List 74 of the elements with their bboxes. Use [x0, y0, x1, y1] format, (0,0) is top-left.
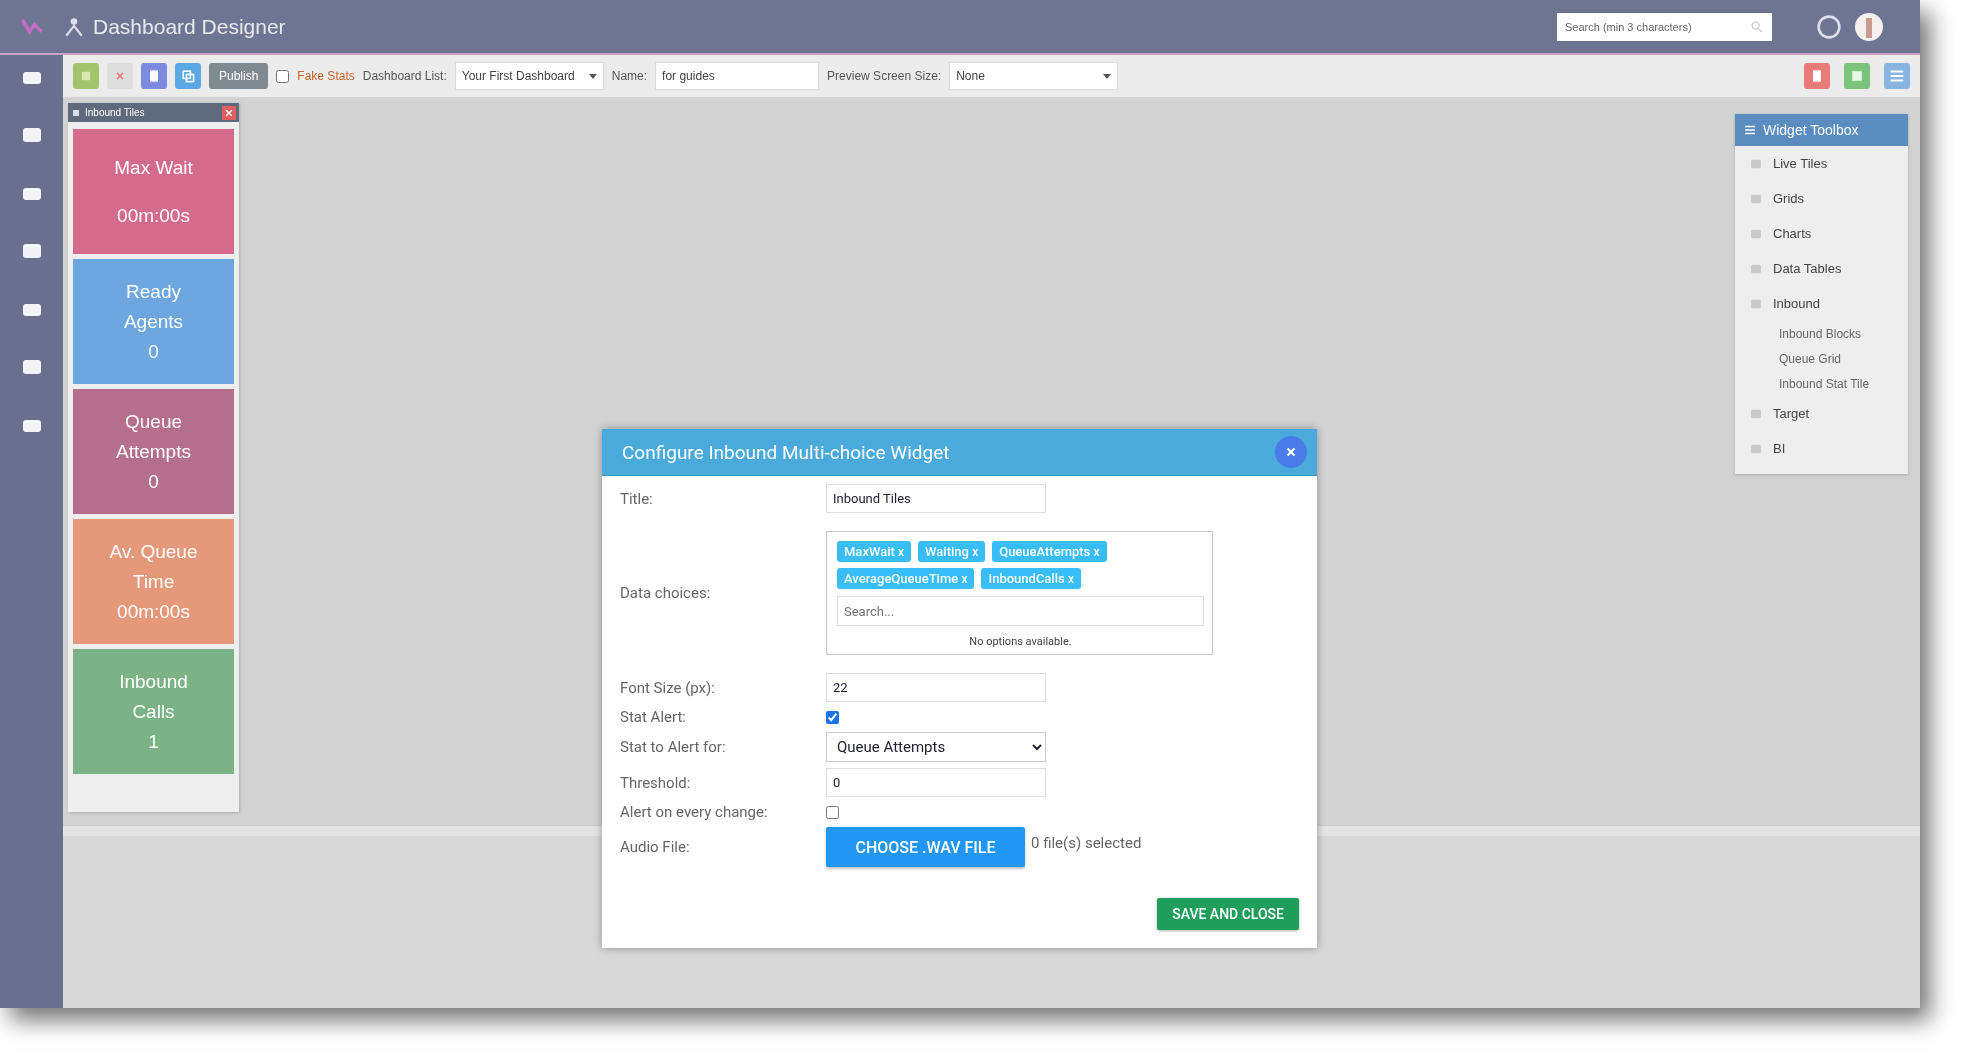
toolbox-item[interactable]: Data Tables — [1773, 261, 1842, 276]
search-icon — [1750, 19, 1764, 34]
nav-icon[interactable] — [20, 357, 43, 377]
toolbox-title: Widget Toolbox — [1763, 122, 1859, 138]
stat-dropdown[interactable]: Queue Attempts — [826, 732, 1046, 762]
close-icon — [222, 105, 236, 120]
pdf-button[interactable] — [1804, 63, 1830, 89]
field-label: Title: — [620, 489, 654, 508]
checkbox-label: Fake Stats — [297, 69, 355, 83]
toolbox-subitem[interactable]: Inbound Stat Tile — [1735, 371, 1908, 396]
close-icon — [114, 70, 126, 82]
field-label: Dashboard List: — [362, 69, 447, 83]
close-icon — [1286, 447, 1296, 457]
field-label: Alert on every change: — [620, 803, 769, 821]
tile-text: Attempts — [116, 439, 191, 464]
search-field[interactable]: Search... — [837, 596, 1204, 626]
tile-text: Calls — [132, 699, 175, 724]
tile-text: Queue — [124, 409, 182, 434]
help-icon — [1816, 13, 1842, 40]
toolbox-item[interactable]: Grids — [1773, 191, 1805, 206]
publish-button[interactable]: Publish — [209, 63, 269, 89]
threshold-field[interactable]: 0 — [826, 768, 1046, 797]
copy-icon — [180, 68, 196, 84]
field-label: Stat Alert: — [620, 708, 687, 726]
caret-icon — [588, 73, 597, 79]
field-label: Font Size (px): — [620, 678, 716, 697]
copy-button[interactable] — [175, 63, 201, 89]
tile-text: Max Wait — [114, 155, 193, 180]
document-button[interactable] — [141, 63, 167, 89]
field-label: Audio File: — [620, 838, 691, 856]
toolbox-item[interactable]: Target — [1773, 406, 1810, 421]
tile-text: Av. Queue — [109, 539, 198, 564]
field-label: Name: — [611, 69, 648, 83]
tile-text: 00m:00s — [117, 203, 190, 228]
caret-icon — [1103, 73, 1112, 79]
avatar[interactable] — [1854, 11, 1884, 42]
tile-text: Ready — [126, 279, 181, 304]
tile-text: 0 — [148, 339, 159, 364]
checkbox[interactable] — [276, 69, 290, 83]
field-label: Data choices: — [620, 584, 712, 602]
nav-icon[interactable] — [20, 241, 43, 261]
dialog-title: Configure Inbound Multi-choice Widget — [622, 440, 950, 464]
checkbox[interactable] — [826, 805, 839, 819]
toolbox-item[interactable]: BI — [1773, 441, 1786, 456]
file-status: 0 file(s) selected — [1031, 834, 1142, 852]
multiselect-field[interactable]: MaxWait x Waiting x QueueAttempts x AverageQueueTime x InboundCalls x Search... No options available. — [826, 531, 1213, 655]
font-size-field[interactable]: 22 — [826, 673, 1046, 702]
toolbox-item[interactable]: Inbound — [1773, 296, 1820, 311]
name-field[interactable]: for guides — [655, 62, 820, 90]
toolbox-subitem[interactable]: Queue Grid — [1735, 346, 1908, 371]
field-label: Threshold: — [620, 773, 692, 792]
tile-text: Inbound — [119, 669, 188, 694]
toolbox-subitem[interactable]: Inbound Blocks — [1735, 321, 1908, 346]
tile-text: Agents — [123, 309, 184, 334]
title-field[interactable]: Inbound Tiles — [826, 484, 1046, 513]
app-title: Dashboard Designer — [93, 14, 286, 39]
close-button[interactable] — [1275, 436, 1307, 468]
toolbox-item[interactable]: Live Tiles — [1773, 156, 1828, 171]
tile-text: 1 — [148, 729, 159, 754]
toolbox-item[interactable]: Charts — [1773, 226, 1812, 241]
tile-text: 0 — [148, 469, 159, 494]
field-label: Stat to Alert for: — [620, 738, 727, 756]
checkbox[interactable] — [826, 710, 839, 724]
tile-text: 00m:00s — [117, 599, 190, 624]
search-field[interactable]: Search (min 3 characters) — [1557, 12, 1772, 41]
sheet-icon — [1849, 68, 1865, 84]
dashboard-dropdown[interactable]: Your First Dashboard — [454, 62, 604, 90]
panel-title: Inbound Tiles — [85, 107, 145, 118]
empty-message: No options available. — [968, 635, 1073, 648]
nav-icon[interactable] — [20, 125, 43, 145]
field-label: Preview Screen Size: — [827, 69, 942, 83]
tile-text: Time — [132, 569, 175, 594]
screen-size-dropdown[interactable]: None — [949, 62, 1119, 90]
person-icon — [63, 15, 85, 38]
